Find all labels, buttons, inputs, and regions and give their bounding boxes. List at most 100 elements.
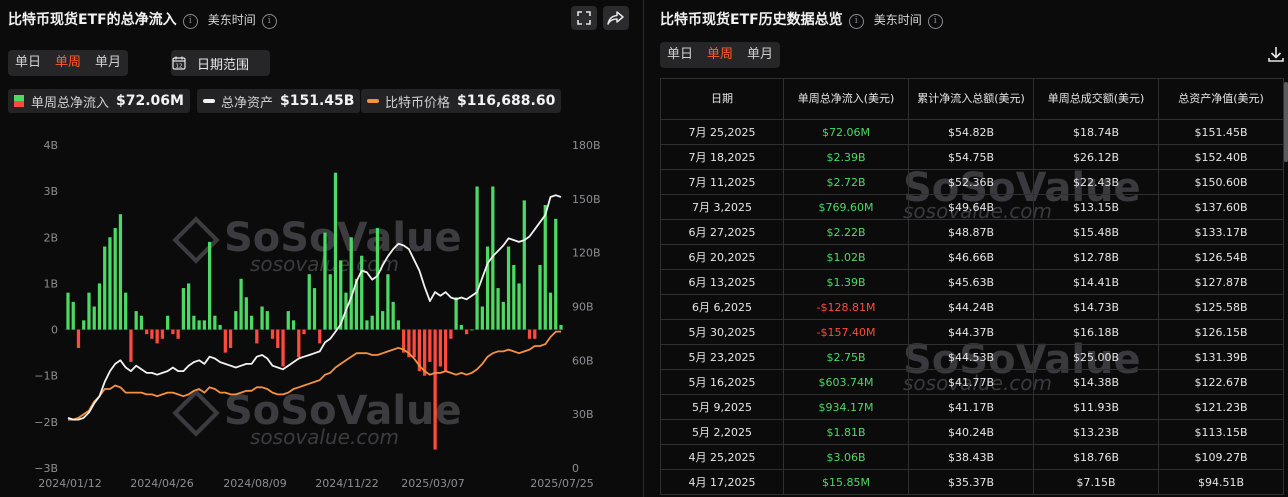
inflow-bar: [82, 320, 86, 330]
net-inflow-cell: $2.39B: [783, 144, 909, 170]
table-cell: $14.38B: [1033, 369, 1159, 395]
inflow-bar: [155, 329, 159, 344]
table-cell: $11.93B: [1033, 394, 1159, 420]
x-tick-label: 2024/11/22: [315, 477, 378, 490]
table-cell: $18.76B: [1033, 444, 1159, 470]
table-cell: $133.17B: [1158, 219, 1284, 245]
table-cell: $16.18B: [1033, 319, 1159, 345]
inflow-bar: [71, 301, 75, 330]
net-inflow-cell: $72.06M: [783, 119, 909, 145]
net-inflow-chart[interactable]: 4B 3B 2B 1B 0 −1B −2B −3B 180B 150B 120B 90B 60B 30B 0…: [0, 0, 640, 497]
table-cell: $151.45B: [1158, 119, 1284, 145]
table-body: 7月 25,2025 $72.06M $54.82B $18.74B $151.45B 7…: [660, 119, 1284, 495]
table-cell: $14.41B: [1033, 269, 1159, 295]
inflow-bar: [328, 274, 332, 330]
inflow-bar: [202, 320, 206, 330]
table-cell: $131.39B: [1158, 344, 1284, 370]
table-cell: $7.15B: [1033, 469, 1159, 495]
date-cell: 6月 20,2025: [660, 244, 784, 270]
inflow-bar: [543, 204, 547, 330]
table-cell: $126.15B: [1158, 319, 1284, 345]
inflow-bar: [323, 232, 327, 330]
date-cell: 7月 11,2025: [660, 169, 784, 195]
inflow-bar: [129, 329, 133, 362]
inflow-bar: [134, 311, 138, 330]
y-left-tick-label: 3B: [43, 185, 58, 198]
inflow-bar: [281, 329, 285, 367]
inflow-bar: [139, 315, 144, 330]
inflow-bar: [249, 315, 254, 330]
y-left-tick-label: 0: [51, 324, 58, 337]
inflow-bar: [150, 329, 154, 339]
y-right-tick-label: 120B: [572, 247, 601, 260]
date-cell: 5月 9,2025: [660, 394, 784, 420]
net-inflow-cell: $3.06B: [783, 444, 909, 470]
y-left-tick-label: 2B: [43, 231, 58, 244]
timezone-info-icon[interactable]: i: [927, 14, 943, 29]
inflow-bar: [297, 329, 301, 358]
table-cell: $150.60B: [1158, 169, 1284, 195]
x-tick-label: 2025/03/07: [401, 477, 464, 490]
column-header[interactable]: 单周总成交额(美元): [1033, 78, 1159, 120]
table-cell: $13.23B: [1033, 419, 1159, 445]
table-row: 4月 25,2025 $3.06B $38.43B $18.76B $109.27B: [660, 444, 1284, 470]
y-right-tick-label: 90B: [572, 301, 594, 314]
inflow-bar: [244, 297, 248, 330]
table-cell: $22.43B: [1033, 169, 1159, 195]
column-header[interactable]: 累计净流入总额(美元): [908, 78, 1034, 120]
history-table: 日期 单周总净流入(美元) 累计净流入总额(美元) 单周总成交额(美元) 总资产净值(美…: [660, 78, 1284, 495]
net-inflow-cell: $2.22B: [783, 219, 909, 245]
inflow-bar: [412, 329, 416, 358]
date-cell: 5月 23,2025: [660, 344, 784, 370]
inflow-bar: [291, 320, 296, 330]
tab-daily[interactable]: 单日: [660, 42, 700, 68]
tab-monthly[interactable]: 单月: [740, 42, 780, 68]
column-header[interactable]: 总资产净值(美元): [1158, 78, 1284, 120]
table-title: 比特币现货ETF历史数据总览 i 美东时间 i: [660, 9, 943, 29]
table-cell: $137.60B: [1158, 194, 1284, 220]
inflow-bar: [192, 315, 196, 330]
column-header[interactable]: 单周总净流入(美元): [783, 78, 909, 120]
inflow-bar: [234, 311, 238, 330]
inflow-bar: [470, 329, 474, 331]
date-cell: 5月 2,2025: [660, 419, 784, 445]
table-row: 5月 16,2025 $603.74M $41.77B $14.38B $122.67B: [660, 369, 1284, 395]
inflow-bar: [428, 329, 432, 362]
column-header[interactable]: 日期: [660, 78, 784, 120]
table-row: 7月 11,2025 $2.72B $52.36B $22.43B $150.60B: [660, 169, 1284, 195]
inflow-bar: [176, 329, 180, 339]
tab-weekly[interactable]: 单周: [700, 42, 740, 68]
download-button[interactable]: [1266, 44, 1286, 68]
table-row: 5月 2,2025 $1.81B $40.24B $13.23B $113.15B: [660, 419, 1284, 445]
table-cell: $26.12B: [1033, 144, 1159, 170]
net-inflow-cell: $15.85M: [783, 469, 909, 495]
table-cell: $46.66B: [908, 244, 1034, 270]
table-cell: $125.58B: [1158, 294, 1284, 320]
info-icon[interactable]: i: [848, 14, 864, 29]
table-row: 5月 23,2025 $2.75B $44.53B $25.00B $131.39B: [660, 344, 1284, 370]
inflow-bar: [512, 264, 516, 330]
table-cell: $94.51B: [1158, 469, 1284, 495]
table-row: 6月 20,2025 $1.02B $46.66B $12.78B $126.54B: [660, 244, 1284, 270]
inflow-bar: [118, 214, 123, 330]
y-left-tick-label: −2B: [34, 416, 58, 429]
table-cell: $152.40B: [1158, 144, 1284, 170]
table-cell: $52.36B: [908, 169, 1034, 195]
table-cell: $54.82B: [908, 119, 1034, 145]
inflow-bar: [438, 329, 442, 367]
inflow-bar: [87, 292, 91, 330]
table-title-text: 比特币现货ETF历史数据总览: [660, 12, 843, 28]
x-tick-label: 2024/04/26: [130, 477, 193, 490]
inflow-bar: [443, 329, 448, 372]
table-scrollbar[interactable]: [1284, 82, 1288, 162]
inflow-bar: [302, 329, 306, 335]
table-header-row: 日期 单周总净流入(美元) 累计净流入总额(美元) 单周总成交额(美元) 总资产净值(美…: [660, 78, 1284, 120]
inflow-bar: [554, 218, 558, 330]
x-tick-label: 2024/01/12: [38, 477, 101, 490]
table-cell: $127.87B: [1158, 269, 1284, 295]
inflow-bar: [223, 329, 227, 353]
inflow-bar: [276, 329, 280, 349]
table-cell: $41.77B: [908, 369, 1034, 395]
inflow-bar: [548, 292, 553, 330]
table-row: 7月 3,2025 $769.60M $49.64B $13.15B $137.60B: [660, 194, 1284, 220]
